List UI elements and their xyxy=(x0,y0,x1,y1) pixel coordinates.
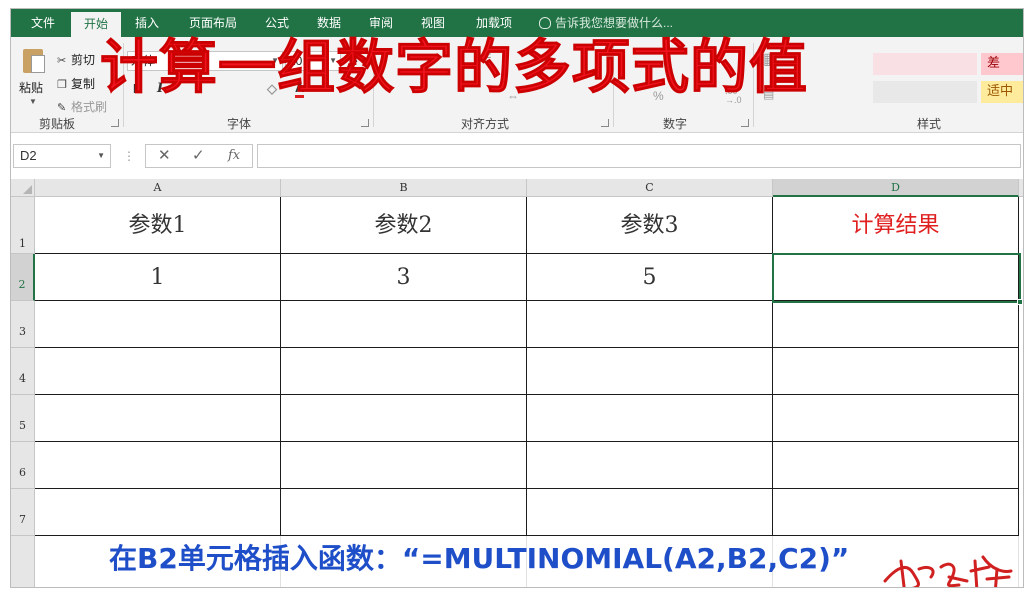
number-group-label: 数字 xyxy=(663,117,688,131)
formula-bar: D2 ▼ ⋮ ✕ ✓ fx xyxy=(11,139,1023,173)
copy-button[interactable]: ❐ 复制 xyxy=(57,75,95,92)
formula-buttons: ✕ ✓ fx xyxy=(145,144,253,168)
cell-c1[interactable]: 参数3 xyxy=(527,197,773,254)
cell-a1[interactable]: 参数1 xyxy=(35,197,281,254)
styles-group-label: 样式 xyxy=(917,117,942,131)
row-header-3[interactable]: 3 xyxy=(11,301,35,348)
column-header-a[interactable]: A xyxy=(35,179,281,197)
row-header-2[interactable]: 2 xyxy=(11,254,35,301)
number-launcher-icon[interactable] xyxy=(741,119,749,127)
chevron-down-icon: ▼ xyxy=(97,151,105,160)
cell-b7[interactable] xyxy=(281,489,527,536)
alignment-group-label: 对齐方式 xyxy=(461,117,510,131)
font-group-label: 字体 xyxy=(227,117,252,131)
alignment-launcher-icon[interactable] xyxy=(601,119,609,127)
cell-b3[interactable] xyxy=(281,301,527,348)
cell-b5[interactable] xyxy=(281,395,527,442)
cell-b6[interactable] xyxy=(281,442,527,489)
chevron-down-icon[interactable]: ▼ xyxy=(29,97,37,106)
paste-button[interactable]: 粘贴 xyxy=(19,79,43,96)
active-cell-selection[interactable] xyxy=(772,253,1023,305)
row-header-4[interactable]: 4 xyxy=(11,348,35,395)
row-header-6[interactable]: 6 xyxy=(11,442,35,489)
formula-input[interactable] xyxy=(257,144,1021,168)
cell-a3[interactable] xyxy=(35,301,281,348)
clipboard-launcher-icon[interactable] xyxy=(111,119,119,127)
cell-a5[interactable] xyxy=(35,395,281,442)
row-header-7[interactable]: 7 xyxy=(11,489,35,536)
cancel-icon[interactable]: ✕ xyxy=(158,145,171,167)
cell-c2[interactable]: 5 xyxy=(527,254,773,301)
cell-b1[interactable]: 参数2 xyxy=(281,197,527,254)
video-title-overlay: 计算一组数字的多项式的值 xyxy=(100,33,809,102)
signature-watermark xyxy=(883,555,1013,587)
row-header-5[interactable]: 5 xyxy=(11,395,35,442)
cell-d3[interactable] xyxy=(773,301,1019,348)
column-header-d[interactable]: D xyxy=(773,179,1019,197)
cell-d5[interactable] xyxy=(773,395,1019,442)
column-header-b[interactable]: B xyxy=(281,179,527,197)
enter-icon[interactable]: ✓ xyxy=(192,145,205,167)
column-header-e[interactable] xyxy=(1019,179,1023,197)
cell-b4[interactable] xyxy=(281,348,527,395)
row-header-8[interactable] xyxy=(11,536,35,587)
style-neutral-cell[interactable]: 适中 xyxy=(981,81,1023,103)
cell-c5[interactable] xyxy=(527,395,773,442)
cell-a4[interactable] xyxy=(35,348,281,395)
cell-c3[interactable] xyxy=(527,301,773,348)
cell-a2[interactable]: 1 xyxy=(35,254,281,301)
cell-d6[interactable] xyxy=(773,442,1019,489)
cut-button[interactable]: ✂ 剪切 xyxy=(57,51,95,68)
cell-c7[interactable] xyxy=(527,489,773,536)
cell-c6[interactable] xyxy=(527,442,773,489)
tell-me-text: 告诉我您想要做什么... xyxy=(555,16,674,30)
cell-b2[interactable]: 3 xyxy=(281,254,527,301)
cell-d4[interactable] xyxy=(773,348,1019,395)
cell-a7[interactable] xyxy=(35,489,281,536)
instruction-caption: 在B2单元格插入函数：“=MULTINOMIAL(A2,B2,C2)” xyxy=(109,542,850,575)
name-box[interactable]: D2 ▼ xyxy=(13,144,111,168)
copy-icon: ❐ xyxy=(57,79,67,91)
cell-d1[interactable]: 计算结果 xyxy=(773,197,1019,254)
worksheet-grid: A B C D 1 2 3 4 5 6 7 参数1 参数2 参数3 计算结果 1… xyxy=(11,179,1023,587)
paste-icon[interactable] xyxy=(19,45,47,75)
column-header-c[interactable]: C xyxy=(527,179,773,197)
row-header-1[interactable]: 1 xyxy=(11,197,35,254)
cell-c4[interactable] xyxy=(527,348,773,395)
brush-icon: ✎ xyxy=(57,102,67,114)
select-all-button[interactable] xyxy=(11,179,35,197)
resize-handle-icon[interactable]: ⋮ xyxy=(123,149,135,163)
lightbulb-icon xyxy=(539,17,551,29)
clipboard-group-label: 剪贴板 xyxy=(39,117,76,131)
cell-a6[interactable] xyxy=(35,442,281,489)
tab-file[interactable]: 文件 xyxy=(19,9,67,37)
fill-handle[interactable] xyxy=(1017,299,1023,305)
style-bad-cell[interactable]: 差 xyxy=(981,53,1023,75)
cell-d7[interactable] xyxy=(773,489,1019,536)
scissors-icon: ✂ xyxy=(57,55,67,67)
font-launcher-icon[interactable] xyxy=(361,119,369,127)
insert-function-icon[interactable]: fx xyxy=(228,145,240,167)
